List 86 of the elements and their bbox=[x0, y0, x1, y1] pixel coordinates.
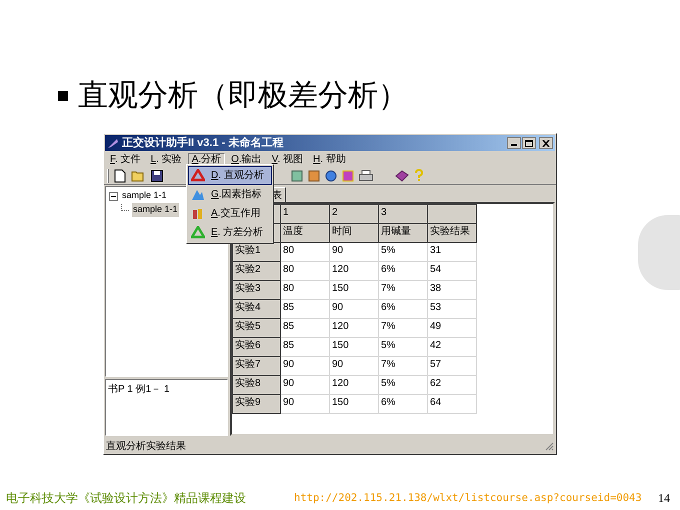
bullet-icon bbox=[58, 91, 68, 101]
close-icon bbox=[542, 140, 550, 146]
menu-option[interactable]: A.交互作用 bbox=[188, 204, 272, 223]
table-cell: 85 bbox=[280, 318, 330, 338]
page-number: 14 bbox=[658, 490, 670, 507]
table-cell: 64 bbox=[428, 394, 476, 414]
table-cell: 90 bbox=[280, 356, 330, 376]
column-header: 时间 bbox=[330, 224, 378, 242]
column-number: 3 bbox=[378, 204, 428, 224]
row-header: 实验5 bbox=[232, 318, 280, 338]
slide-heading: 直观分析（即极差分析） bbox=[78, 78, 408, 114]
footer-course-text: 电子科技大学《试验设计方法》精品课程建设 bbox=[6, 490, 247, 507]
table-cell: 5% bbox=[378, 376, 428, 394]
table-cell: 6% bbox=[378, 300, 428, 318]
row-header: 实验4 bbox=[232, 300, 280, 318]
table-cell: 53 bbox=[428, 300, 476, 318]
footer-url: http://202.115.21.138/wlxt/listcourse.asp?courseid=0043 bbox=[294, 491, 643, 506]
status-text: 直观分析实验结果 bbox=[106, 440, 187, 454]
table-cell: 90 bbox=[330, 242, 378, 262]
menu-option[interactable]: E. 方差分析 bbox=[188, 223, 272, 242]
table-cell: 80 bbox=[280, 262, 330, 280]
app-icon bbox=[107, 137, 119, 149]
tree-item[interactable]: sample 1-1 bbox=[121, 189, 168, 203]
row-header: 实验1 bbox=[232, 242, 280, 262]
table-cell: 120 bbox=[330, 318, 378, 338]
column-header: 温度 bbox=[280, 224, 330, 242]
table-cell: 120 bbox=[330, 262, 378, 280]
toolbar-icon[interactable] bbox=[325, 170, 337, 182]
menu-item[interactable]: L. 实验 bbox=[146, 152, 186, 166]
table-cell: 57 bbox=[428, 356, 476, 376]
table-cell: 38 bbox=[428, 280, 476, 300]
table-cell: 85 bbox=[280, 300, 330, 318]
printer-icon[interactable] bbox=[359, 170, 373, 182]
note-text: 书P 1 例1－ 1 bbox=[108, 384, 170, 395]
maximize-button[interactable] bbox=[522, 137, 536, 149]
row-header: 实验3 bbox=[232, 280, 280, 300]
column-number: 1 bbox=[280, 204, 330, 224]
minimize-button[interactable] bbox=[507, 137, 521, 149]
table-cell: 85 bbox=[280, 338, 330, 356]
menu-item[interactable]: O.输出 bbox=[227, 152, 266, 166]
window-title: 正交设计助手II v3.1 - 未命名工程 bbox=[122, 136, 284, 150]
table-cell: 90 bbox=[330, 356, 378, 376]
open-folder-icon[interactable] bbox=[131, 170, 146, 182]
table-cell: 80 bbox=[280, 280, 330, 300]
table-cell: 150 bbox=[330, 394, 378, 414]
table-cell: 6% bbox=[378, 262, 428, 280]
row-header: 实验2 bbox=[232, 262, 280, 280]
table-cell: 7% bbox=[378, 356, 428, 376]
resize-grip-icon[interactable] bbox=[544, 441, 554, 451]
new-file-icon[interactable] bbox=[114, 168, 126, 182]
tree-item[interactable]: sample 1-1 bbox=[132, 203, 179, 217]
table-cell: 6% bbox=[378, 394, 428, 414]
table-cell: 5% bbox=[378, 338, 428, 356]
table-cell: 150 bbox=[330, 280, 378, 300]
table-cell: 62 bbox=[428, 376, 476, 394]
row-header: 实验8 bbox=[232, 376, 280, 394]
row-header: 实验6 bbox=[232, 338, 280, 356]
table-cell: 7% bbox=[378, 318, 428, 338]
table-cell: 90 bbox=[330, 300, 378, 318]
table-cell: 42 bbox=[428, 338, 476, 356]
table-cell: 54 bbox=[428, 262, 476, 280]
table-cell: 90 bbox=[280, 394, 330, 414]
collapse-toggle-icon[interactable] bbox=[109, 192, 118, 200]
table-cell: 31 bbox=[428, 242, 476, 262]
toolbar-icon[interactable] bbox=[308, 170, 320, 182]
row-header: 实验9 bbox=[232, 394, 280, 414]
table-cell: 150 bbox=[330, 338, 378, 356]
menu-option[interactable]: D. 直观分析 bbox=[188, 166, 272, 185]
table-cell: 7% bbox=[378, 280, 428, 300]
toolbar-icon[interactable] bbox=[342, 170, 354, 182]
table-cell: 49 bbox=[428, 318, 476, 338]
column-header: 用碱量 bbox=[378, 224, 428, 242]
row-header: 实验7 bbox=[232, 356, 280, 376]
menu-item[interactable]: F. 文件 bbox=[106, 152, 145, 166]
menu-item[interactable]: V. 视图 bbox=[268, 152, 308, 166]
toolbar-icon[interactable] bbox=[291, 170, 303, 182]
save-icon[interactable] bbox=[151, 170, 163, 182]
column-number: 2 bbox=[330, 204, 378, 224]
table-cell: 80 bbox=[280, 242, 330, 262]
mountain-icon bbox=[191, 188, 205, 201]
menu-item[interactable]: H. 帮助 bbox=[309, 152, 350, 166]
table-cell: 120 bbox=[330, 376, 378, 394]
close-button[interactable] bbox=[539, 137, 553, 149]
table-cell: 90 bbox=[280, 376, 330, 394]
table-cell: 5% bbox=[378, 242, 428, 262]
column-header: 实验结果 bbox=[428, 224, 476, 242]
